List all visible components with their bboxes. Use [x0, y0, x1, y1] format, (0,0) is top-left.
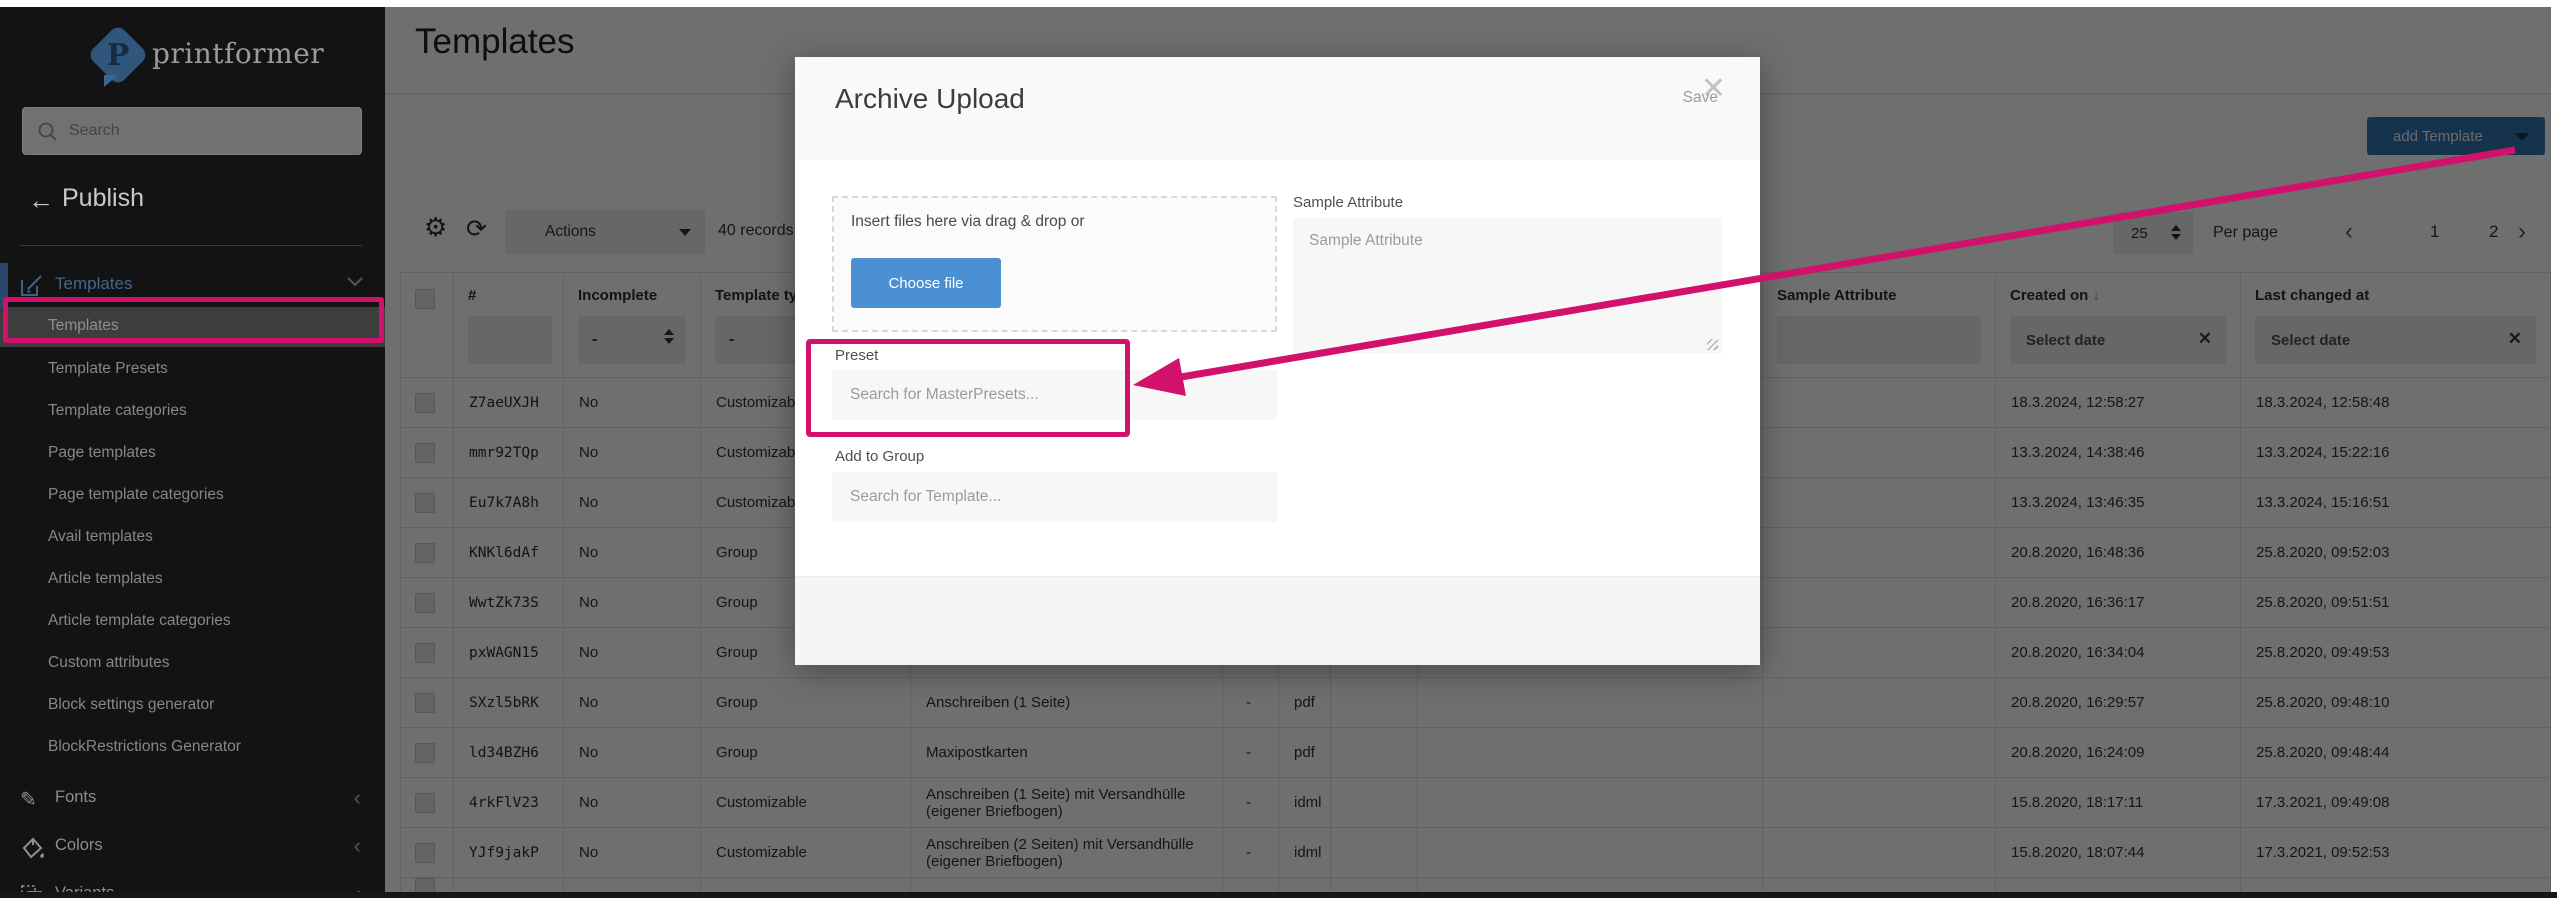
- frame-right: [2551, 0, 2557, 898]
- search-icon: [37, 121, 59, 143]
- save-button[interactable]: Save: [1683, 89, 1718, 107]
- sidebar-item-avail-templates[interactable]: Avail templates: [0, 516, 385, 558]
- sidebar-nav-list: Template Presets Template categories Pag…: [0, 348, 385, 768]
- pencil-icon: ✎: [20, 787, 37, 812]
- sidebar-section-colors[interactable]: Colors ‹: [0, 825, 385, 869]
- chevron-down-icon: [347, 277, 363, 287]
- publish-back-link[interactable]: Publish: [62, 184, 144, 213]
- back-arrow-icon[interactable]: ←: [28, 185, 54, 216]
- sidebar-item-page-template-categories[interactable]: Page template categories: [0, 474, 385, 516]
- sidebar-section-fonts[interactable]: ✎ Fonts ‹: [0, 777, 385, 821]
- sidebar: P printformer ← Publish Templates: [0, 7, 385, 892]
- fonts-label: Fonts: [55, 788, 96, 807]
- resize-handle[interactable]: [1707, 339, 1718, 350]
- sidebar-item-page-templates[interactable]: Page templates: [0, 432, 385, 474]
- sidebar-item-template-presets[interactable]: Template Presets: [0, 348, 385, 390]
- modal-title: Archive Upload: [835, 83, 1025, 115]
- paint-bucket-icon: [20, 836, 46, 860]
- chevron-left-icon: ‹: [354, 785, 361, 811]
- group-search-input[interactable]: [832, 472, 1277, 522]
- sidebar-item-block-settings-generator[interactable]: Block settings generator: [0, 684, 385, 726]
- archive-upload-modal: Archive Upload ✕ Insert files here via d…: [795, 57, 1760, 665]
- sidebar-item-custom-attributes[interactable]: Custom attributes: [0, 642, 385, 684]
- colors-label: Colors: [55, 836, 103, 855]
- sidebar-section-templates[interactable]: Templates: [0, 263, 385, 307]
- section-label: Templates: [55, 274, 132, 294]
- sidebar-item-templates-active[interactable]: Templates: [0, 307, 385, 347]
- sidebar-item-template-categories[interactable]: Template categories: [0, 390, 385, 432]
- sidebar-item-blockrestrictions-generator[interactable]: BlockRestrictions Generator: [0, 726, 385, 768]
- sidebar-item-article-templates[interactable]: Article templates: [0, 558, 385, 600]
- sidebar-divider: [20, 245, 362, 246]
- app-window: P printformer ← Publish Templates: [0, 0, 2557, 898]
- file-dropzone[interactable]: Insert files here via drag & drop or Cho…: [832, 196, 1277, 332]
- sample-attribute-textarea[interactable]: [1293, 218, 1722, 353]
- dropzone-text: Insert files here via drag & drop or: [851, 213, 1084, 231]
- sidebar-search[interactable]: [22, 107, 362, 155]
- modal-footer: [795, 576, 1760, 665]
- sidebar-item-label: Templates: [48, 317, 119, 335]
- sample-attribute-label: Sample Attribute: [1293, 194, 1403, 211]
- chevron-left-icon: ‹: [354, 833, 361, 859]
- choose-file-button[interactable]: Choose file: [851, 258, 1001, 308]
- preset-label: Preset: [835, 347, 878, 364]
- logo-letter: P: [96, 33, 140, 77]
- brand-name: printformer: [152, 37, 324, 70]
- frame-top: [0, 0, 2557, 7]
- preset-search-input[interactable]: [832, 370, 1277, 420]
- edit-icon: [18, 272, 45, 299]
- sidebar-item-article-template-categories[interactable]: Article template categories: [0, 600, 385, 642]
- add-to-group-label: Add to Group: [835, 448, 924, 465]
- search-input[interactable]: [23, 108, 407, 154]
- frame-bottom: [0, 892, 2557, 898]
